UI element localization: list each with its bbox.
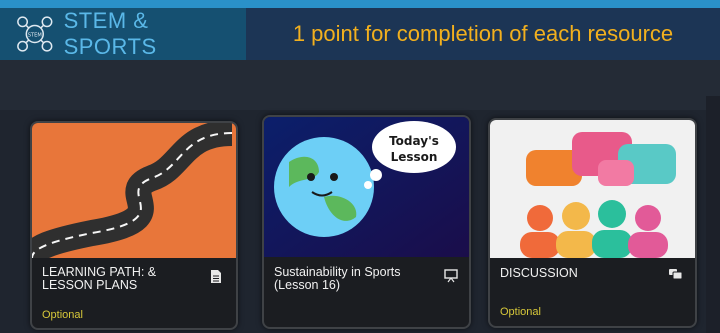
card-title-line: DISCUSSION <box>500 266 578 280</box>
logo-text: STEM <box>28 32 42 38</box>
road-illustration <box>32 123 236 258</box>
resource-card-learning-path[interactable]: LEARNING PATH: & LESSON PLANS Optional <box>30 121 238 330</box>
resource-card-discussion[interactable]: DISCUSSION Optional <box>488 118 697 328</box>
top-accent-bar <box>0 0 720 8</box>
spacer <box>0 60 720 110</box>
lesson-thumbnail: Today's Lesson <box>264 117 469 257</box>
info-banner: 1 point for completion of each resource <box>246 8 720 60</box>
brand-title: STEM & SPORTS <box>63 8 157 59</box>
next-card-edge <box>706 96 720 333</box>
card-title-line: LESSON PLANS <box>42 278 138 292</box>
chat-icon <box>669 269 683 280</box>
card-title: LEARNING PATH: & LESSON PLANS <box>42 266 202 292</box>
card-title: Sustainability in Sports (Lesson 16) <box>274 266 439 292</box>
card-title-line: (Lesson 16) <box>274 278 341 292</box>
image-text: Today's <box>389 134 439 148</box>
discussion-thumbnail <box>490 120 695 258</box>
points-headline: 1 point for completion of each resource <box>292 21 674 46</box>
card-title: DISCUSSION <box>500 267 650 280</box>
image-text: Lesson <box>391 150 438 164</box>
resource-card-sustainability[interactable]: Today's Lesson Sustainability in Sports … <box>262 115 471 329</box>
optional-badge: Optional <box>500 306 541 318</box>
discussion-illustration <box>490 120 695 258</box>
presentation-icon <box>444 269 458 283</box>
document-icon <box>211 270 221 283</box>
road-thumbnail <box>32 123 236 258</box>
brand-banner: STEM STEM & SPORTS <box>0 8 246 60</box>
stem-logo-icon: STEM <box>17 16 53 52</box>
optional-badge: Optional <box>42 309 83 321</box>
todays-lesson-illustration: Today's Lesson <box>264 117 469 257</box>
